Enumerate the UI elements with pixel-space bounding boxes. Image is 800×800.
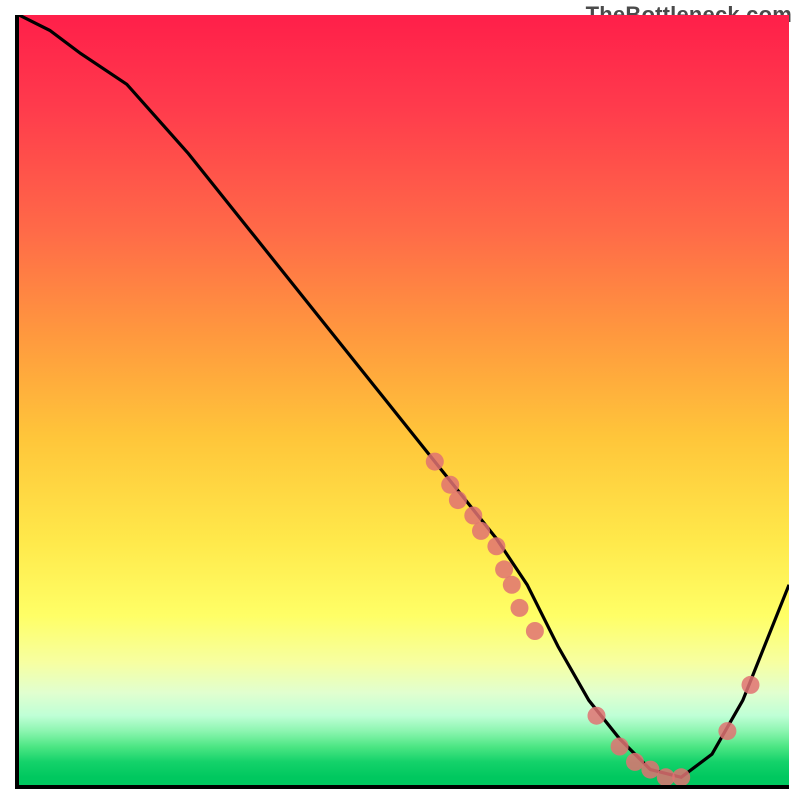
curve-marker (626, 753, 644, 771)
curve-marker (511, 599, 529, 617)
curve-marker (718, 722, 736, 740)
curve-marker (588, 707, 606, 725)
curve-markers (426, 453, 760, 785)
curve-marker (441, 476, 459, 494)
curve-marker (487, 537, 505, 555)
curve-marker (526, 622, 544, 640)
curve-overlay (19, 15, 789, 785)
curve-marker (742, 676, 760, 694)
curve-marker (495, 560, 513, 578)
curve-marker (503, 576, 521, 594)
curve-marker (611, 738, 629, 756)
curve-marker (449, 491, 467, 509)
bottleneck-curve (19, 15, 789, 777)
chart-container: TheBottleneck.com (0, 0, 800, 800)
plot-area (15, 15, 789, 789)
curve-marker (472, 522, 490, 540)
curve-marker (641, 761, 659, 779)
curve-marker (426, 453, 444, 471)
curve-marker (464, 507, 482, 525)
